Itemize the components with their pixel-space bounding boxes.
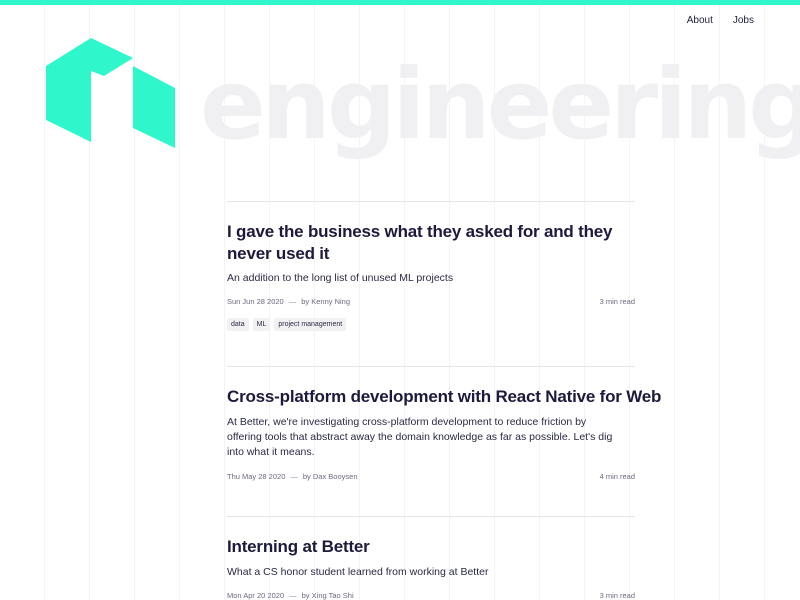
post-date: Sun Jun 28 2020 — [227, 297, 284, 306]
post-title[interactable]: Interning at Better — [227, 536, 627, 558]
tag-ml[interactable]: ML — [252, 318, 271, 331]
post-subtitle: An addition to the long list of unused M… — [227, 272, 454, 284]
tag-data[interactable]: data — [227, 318, 249, 331]
post-subtitle: What a CS honor student learned from wor… — [227, 566, 489, 578]
nav-about-link[interactable]: About — [687, 15, 713, 26]
meta-separator: — — [289, 591, 297, 600]
post-item: I gave the business what they asked for … — [227, 201, 635, 331]
tag-project-management[interactable]: project management — [274, 318, 347, 331]
post-date: Thu May 28 2020 — [227, 472, 286, 481]
post-meta: Sun Jun 28 2020 — by Kenny Ning 3 min re… — [227, 297, 635, 306]
engineering-wordmark: engineering — [200, 48, 800, 161]
post-divider — [227, 366, 635, 367]
post-author: by Kenny Ning — [301, 297, 350, 306]
post-subtitle: At Better, we're investigating cross-pla… — [227, 416, 613, 458]
post-item: Interning at Better What a CS honor stud… — [227, 516, 635, 600]
post-title[interactable]: Cross-platform development with React Na… — [227, 386, 661, 408]
post-item: Cross-platform development with React Na… — [227, 366, 661, 481]
post-date: Mon Apr 20 2020 — [227, 591, 285, 600]
meta-separator: — — [288, 297, 297, 306]
post-author: by Xing Tao Shi — [301, 591, 354, 600]
post-read-time: 3 min read — [599, 297, 635, 306]
better-logo-icon[interactable] — [44, 38, 179, 155]
post-read-time: 4 min read — [599, 472, 635, 481]
post-author: by Dax Booysen — [302, 472, 358, 481]
post-divider — [227, 516, 635, 517]
post-meta: Thu May 28 2020 — by Dax Booysen 4 min r… — [227, 472, 635, 481]
top-nav: About Jobs — [687, 15, 754, 26]
nav-jobs-link[interactable]: Jobs — [733, 15, 754, 26]
meta-separator: — — [290, 472, 298, 481]
post-title[interactable]: I gave the business what they asked for … — [227, 221, 627, 265]
post-tags: data ML project management — [227, 318, 347, 331]
post-divider — [227, 201, 635, 202]
post-read-time: 3 min read — [599, 591, 635, 600]
post-meta: Mon Apr 20 2020 — by Xing Tao Shi 3 min … — [227, 591, 635, 600]
accent-top-bar — [0, 0, 800, 5]
